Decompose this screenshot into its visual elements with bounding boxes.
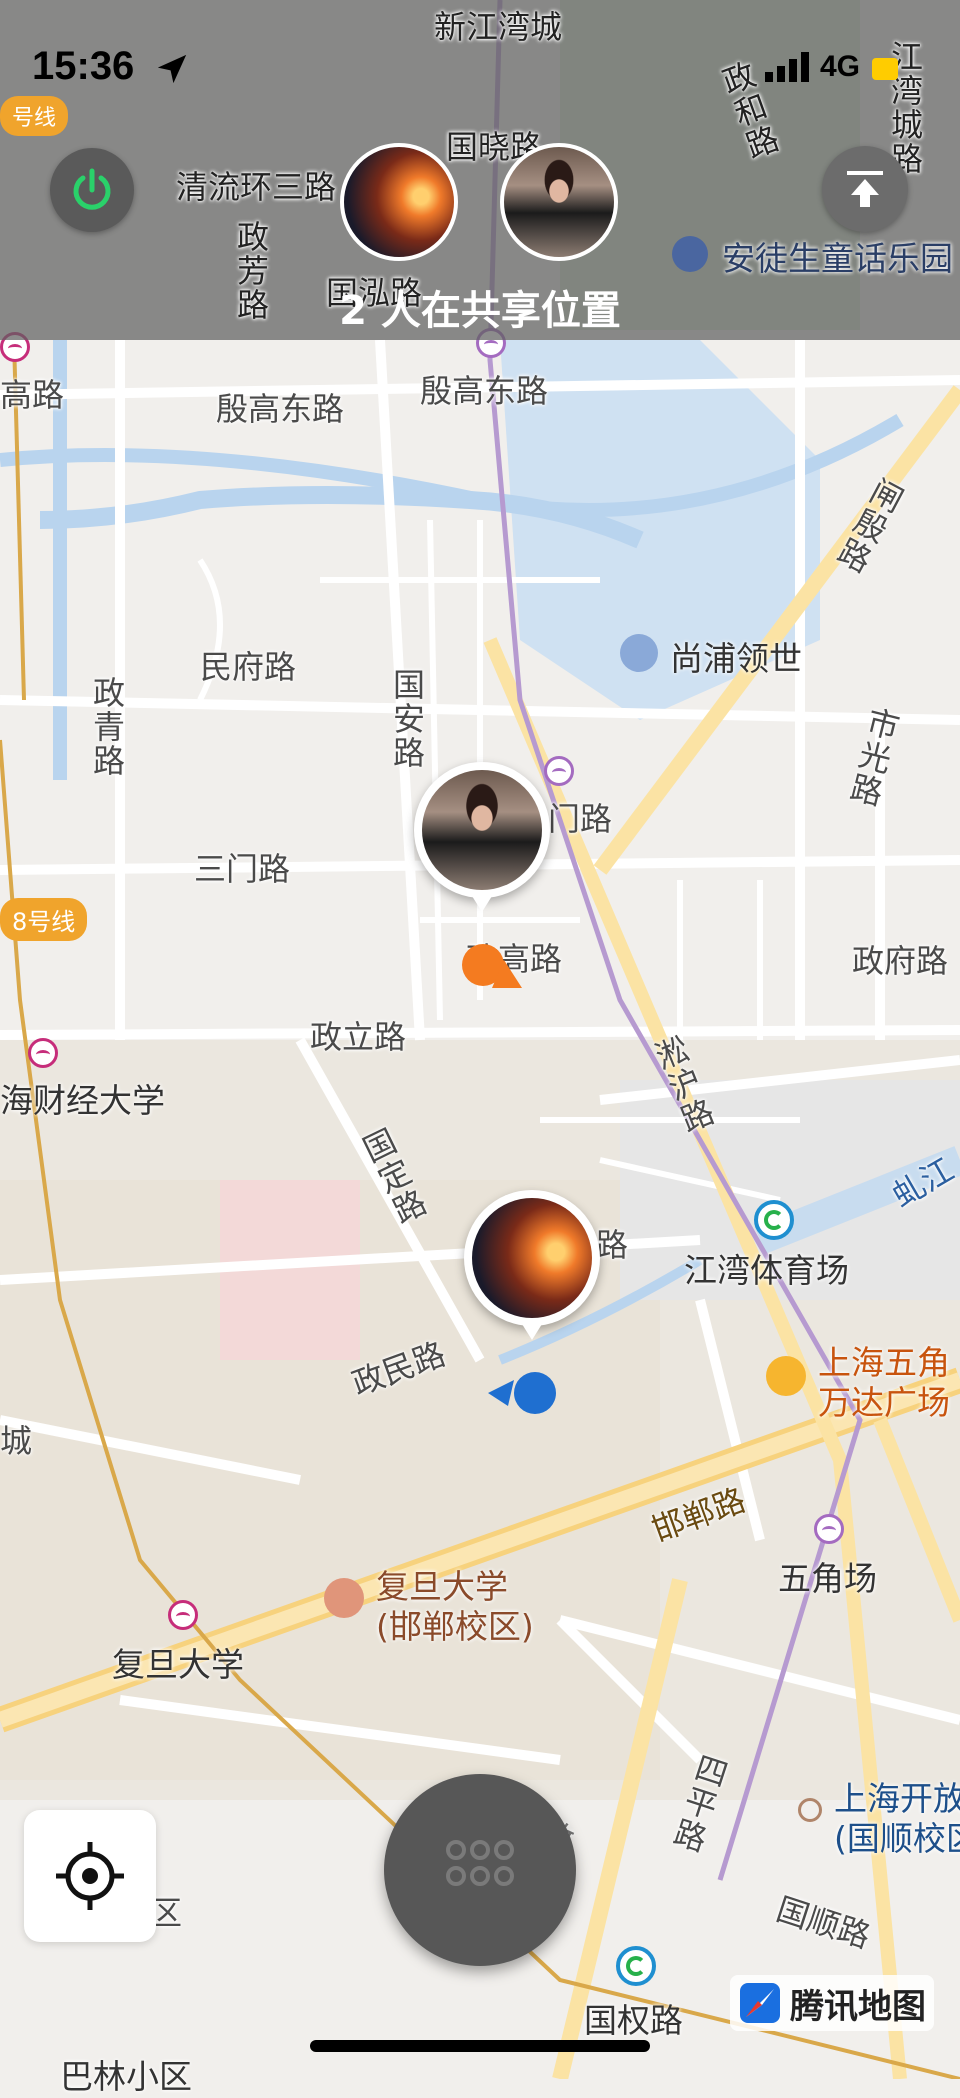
road-label: 殷高东路: [216, 390, 345, 428]
road-label: 新江湾城: [434, 8, 563, 46]
road-label: 清流环三路: [176, 168, 337, 206]
home-indicator[interactable]: [310, 2040, 650, 2052]
user-location-dot: [514, 1372, 556, 1414]
signal-icon: [765, 52, 809, 82]
battery-icon: [872, 58, 898, 80]
user-location-pin[interactable]: [414, 762, 550, 912]
poi-label[interactable]: 复旦大学: [112, 1638, 244, 1686]
collapse-up-icon: [847, 171, 883, 207]
participant-avatar[interactable]: [500, 143, 618, 261]
poi-label[interactable]: 五角场: [778, 1552, 877, 1600]
road-label: 政青路: [88, 676, 126, 778]
metro-station-icon: [814, 1514, 844, 1544]
voice-talk-button[interactable]: [384, 1774, 576, 1966]
locate-me-button[interactable]: [24, 1810, 156, 1942]
user-avatar: [472, 1198, 592, 1318]
metro-station-icon: [544, 756, 574, 786]
user-avatar: [422, 770, 542, 890]
network-label: 4G: [820, 50, 861, 83]
road-label: 城: [0, 1422, 33, 1460]
poi-label[interactable]: 海财经大学: [0, 1074, 165, 1122]
status-time: 15:36: [32, 44, 135, 88]
road-label: 殷高东路: [420, 372, 549, 410]
road-label: 民府路: [200, 648, 297, 686]
road-label: 高路: [0, 376, 65, 414]
power-icon: [73, 168, 111, 210]
poi-label[interactable]: 江湾体育场: [684, 1244, 849, 1292]
participant-avatar[interactable]: [340, 143, 458, 261]
compass-icon: [740, 1983, 780, 2023]
place-icon: [798, 1798, 822, 1822]
metro-line-tag: 号线: [0, 96, 69, 136]
map-brand-logo: 腾讯地图: [730, 1975, 934, 2031]
road-label: 路: [596, 1226, 629, 1264]
minimize-button[interactable]: [822, 146, 908, 232]
road-label: 政立路: [310, 1018, 407, 1056]
user-location-pin[interactable]: [464, 1190, 600, 1340]
road-label: 门路: [548, 800, 613, 838]
heading-arrow-icon: [488, 1380, 514, 1406]
poi-label[interactable]: 万达广场: [818, 1376, 950, 1424]
poi-label[interactable]: (邯郸校区): [376, 1600, 534, 1648]
crosshair-icon: [56, 1842, 124, 1910]
road-label: 国安路: [388, 668, 426, 770]
microphone-dots-icon: [446, 1840, 514, 1886]
poi-label[interactable]: 巴林小区: [60, 2050, 192, 2098]
stop-sharing-button[interactable]: [50, 148, 134, 232]
metro-station-icon: [168, 1600, 198, 1630]
poi-label[interactable]: 安徒生童话乐园: [722, 232, 953, 280]
metro-station-icon: [28, 1038, 58, 1068]
share-header: 新江湾城 国晓路 清流环三路 政芳路 国泓路 政和路 江湾城路 号线 安徒生童话…: [0, 0, 960, 340]
building-icon: [620, 634, 658, 672]
heading-arrow-icon: [492, 960, 522, 988]
park-icon: [672, 236, 708, 272]
brand-name: 腾讯地图: [790, 1986, 926, 2027]
transfer-station-icon: [616, 1946, 656, 1986]
road-label: 政府路: [852, 942, 949, 980]
transfer-station-icon: [754, 1200, 794, 1240]
poi-label[interactable]: (国顺校区: [834, 1812, 960, 1860]
poi-label[interactable]: 国权路: [584, 1994, 683, 2042]
poi-label[interactable]: 尚浦领世: [670, 632, 802, 680]
location-arrow-icon: [157, 54, 187, 84]
metro-line-tag: 8号线: [0, 898, 88, 941]
road-label: 三门路: [194, 850, 291, 888]
shopping-icon: [766, 1356, 806, 1396]
share-count-text: 2 人在共享位置: [339, 288, 621, 334]
school-icon: [324, 1578, 364, 1618]
